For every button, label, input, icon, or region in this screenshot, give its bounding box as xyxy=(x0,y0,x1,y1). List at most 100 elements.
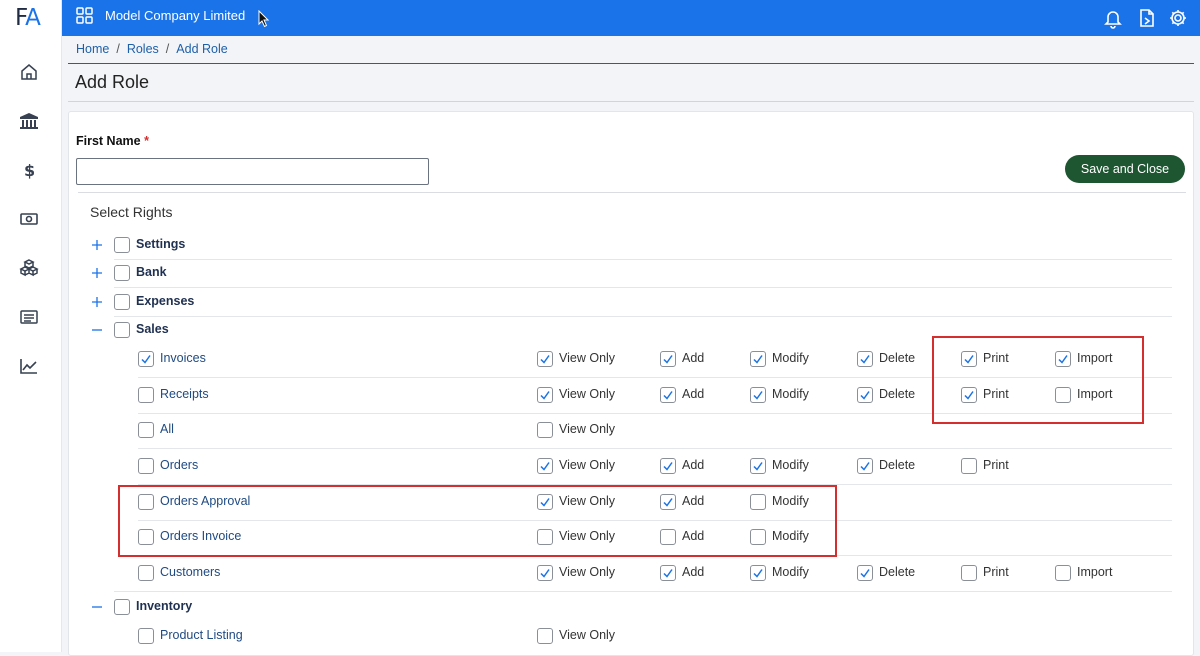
category-sales-checkbox[interactable] xyxy=(114,322,130,338)
sidebar: FA $ xyxy=(0,0,62,652)
receipts-view-checkbox[interactable] xyxy=(537,387,553,403)
invoices-print-checkbox[interactable] xyxy=(961,351,977,367)
invoices-view-label: View Only xyxy=(559,351,616,365)
item-customers-label[interactable]: Customers xyxy=(160,565,220,579)
category-expenses-checkbox[interactable] xyxy=(114,294,130,310)
invoices-delete-checkbox[interactable] xyxy=(857,351,873,367)
receipts-add-checkbox[interactable] xyxy=(660,387,676,403)
customers-modify-label: Modify xyxy=(772,565,809,579)
apps-grid-icon[interactable] xyxy=(75,6,95,26)
category-bank-checkbox[interactable] xyxy=(114,265,130,281)
category-inventory-label[interactable]: Inventory xyxy=(136,599,192,613)
item-invoices-checkbox[interactable] xyxy=(138,351,154,367)
orders-print-checkbox[interactable] xyxy=(961,458,977,474)
item-orders-invoice-checkbox[interactable] xyxy=(138,529,154,545)
invoices-modify-checkbox[interactable] xyxy=(750,351,766,367)
orders-invoice-modify-label: Modify xyxy=(772,529,809,543)
all-view-checkbox[interactable] xyxy=(537,422,553,438)
orders-view-label: View Only xyxy=(559,458,616,472)
row-divider xyxy=(138,555,1172,556)
expand-settings-icon[interactable] xyxy=(91,239,103,251)
orders-add-label: Add xyxy=(682,458,705,472)
receipts-print-checkbox[interactable] xyxy=(961,387,977,403)
svg-text:$: $ xyxy=(24,161,35,180)
invoices-import-label: Import xyxy=(1077,351,1113,365)
save-and-close-button[interactable]: Save and Close xyxy=(1065,155,1185,183)
orders-invoice-add-checkbox[interactable] xyxy=(660,529,676,545)
customers-import-checkbox[interactable] xyxy=(1055,565,1071,581)
row-divider xyxy=(138,448,1172,449)
gear-icon[interactable] xyxy=(1167,7,1189,29)
boxes-icon[interactable] xyxy=(18,257,40,279)
category-sales-label[interactable]: Sales xyxy=(136,322,169,336)
row-divider xyxy=(114,259,1172,260)
chart-icon[interactable] xyxy=(18,355,40,377)
customers-view-checkbox[interactable] xyxy=(537,565,553,581)
invoices-view-checkbox[interactable] xyxy=(537,351,553,367)
row-divider xyxy=(114,591,1172,592)
receipts-delete-checkbox[interactable] xyxy=(857,387,873,403)
customers-delete-checkbox[interactable] xyxy=(857,565,873,581)
company-name[interactable]: Model Company Limited xyxy=(105,8,245,23)
invoices-add-checkbox[interactable] xyxy=(660,351,676,367)
item-orders-invoice-label[interactable]: Orders Invoice xyxy=(160,529,241,543)
orders-delete-checkbox[interactable] xyxy=(857,458,873,474)
item-all-label[interactable]: All xyxy=(160,422,174,436)
receipts-import-checkbox[interactable] xyxy=(1055,387,1071,403)
cash-icon[interactable] xyxy=(18,208,40,230)
orders-invoice-modify-checkbox[interactable] xyxy=(750,529,766,545)
expand-inventory-icon[interactable] xyxy=(91,601,103,613)
category-settings-checkbox[interactable] xyxy=(114,237,130,253)
customers-add-checkbox[interactable] xyxy=(660,565,676,581)
item-receipts-label[interactable]: Receipts xyxy=(160,387,209,401)
customers-modify-checkbox[interactable] xyxy=(750,565,766,581)
category-bank-label[interactable]: Bank xyxy=(136,265,167,279)
orders-invoice-view-checkbox[interactable] xyxy=(537,529,553,545)
breadcrumb-roles[interactable]: Roles xyxy=(127,42,159,56)
document-arrow-icon[interactable] xyxy=(1136,7,1158,29)
list-icon[interactable] xyxy=(18,306,40,328)
item-receipts-checkbox[interactable] xyxy=(138,387,154,403)
customers-print-checkbox[interactable] xyxy=(961,565,977,581)
category-settings-label[interactable]: Settings xyxy=(136,237,185,251)
breadcrumb-current[interactable]: Add Role xyxy=(176,42,227,56)
home-icon[interactable] xyxy=(18,61,40,83)
item-orders-approval-label[interactable]: Orders Approval xyxy=(160,494,250,508)
app-logo[interactable]: FA xyxy=(15,5,41,31)
breadcrumb: Home / Roles / Add Role xyxy=(76,42,228,56)
category-inventory-checkbox[interactable] xyxy=(114,599,130,615)
receipts-modify-checkbox[interactable] xyxy=(750,387,766,403)
expand-bank-icon[interactable] xyxy=(91,267,103,279)
item-customers-checkbox[interactable] xyxy=(138,565,154,581)
item-orders-label[interactable]: Orders xyxy=(160,458,198,472)
expand-expenses-icon[interactable] xyxy=(91,296,103,308)
all-view-label: View Only xyxy=(559,422,616,436)
orders-view-checkbox[interactable] xyxy=(537,458,553,474)
item-product-listing-checkbox[interactable] xyxy=(138,628,154,644)
orders-approval-view-checkbox[interactable] xyxy=(537,494,553,510)
product-listing-view-checkbox[interactable] xyxy=(537,628,553,644)
bank-icon[interactable] xyxy=(18,110,40,132)
bell-icon[interactable] xyxy=(1102,7,1124,29)
invoices-import-checkbox[interactable] xyxy=(1055,351,1071,367)
item-invoices-label[interactable]: Invoices xyxy=(160,351,206,365)
item-product-listing-label[interactable]: Product Listing xyxy=(160,628,243,642)
item-orders-checkbox[interactable] xyxy=(138,458,154,474)
expand-sales-icon[interactable] xyxy=(91,324,103,336)
dollar-icon[interactable]: $ xyxy=(18,159,40,181)
orders-approval-add-checkbox[interactable] xyxy=(660,494,676,510)
orders-delete-label: Delete xyxy=(879,458,916,472)
first-name-input[interactable] xyxy=(76,158,429,185)
category-expenses-label[interactable]: Expenses xyxy=(136,294,194,308)
orders-add-checkbox[interactable] xyxy=(660,458,676,474)
customers-print-label: Print xyxy=(983,565,1009,579)
orders-modify-label: Modify xyxy=(772,458,809,472)
breadcrumb-home[interactable]: Home xyxy=(76,42,109,56)
row-divider xyxy=(114,287,1172,288)
required-mark: * xyxy=(144,134,149,148)
orders-approval-modify-checkbox[interactable] xyxy=(750,494,766,510)
breadcrumb-separator: / xyxy=(165,42,170,56)
item-all-checkbox[interactable] xyxy=(138,422,154,438)
orders-modify-checkbox[interactable] xyxy=(750,458,766,474)
item-orders-approval-checkbox[interactable] xyxy=(138,494,154,510)
